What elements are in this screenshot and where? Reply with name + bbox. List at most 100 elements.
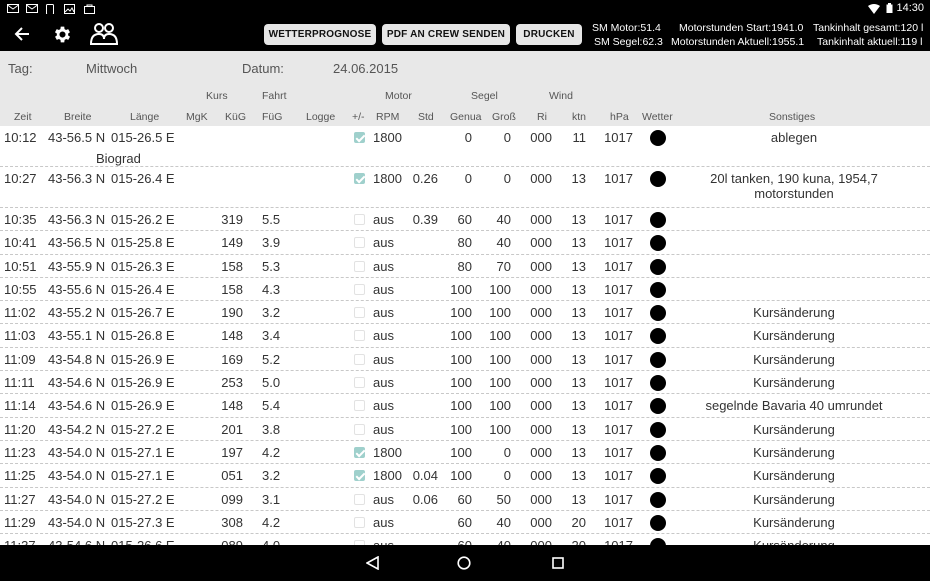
cell-hpa: 1017 xyxy=(604,281,633,297)
table-row[interactable]: 11:20 43-54.2 N 015-27.2 E 201 3.8 aus 100 100 0… xyxy=(0,418,930,441)
cell-rpm: aus xyxy=(373,258,394,274)
weather-icon[interactable] xyxy=(650,491,666,508)
weather-icon[interactable] xyxy=(650,444,666,461)
motor-checkbox[interactable] xyxy=(354,493,365,505)
cell-zeit: 11:09 xyxy=(4,351,36,367)
table-row[interactable]: 11:29 43-54.0 N 015-27.3 E 308 4.2 aus 60 40 000… xyxy=(0,511,930,535)
motor-checkbox[interactable] xyxy=(354,516,365,528)
cell-fueg: 5.4 xyxy=(262,398,281,414)
cell-ktn: 20 xyxy=(571,514,586,530)
table-row[interactable]: 11:25 43-54.0 N 015-27.1 E 051 3.2 1800 0.04 10… xyxy=(0,464,930,488)
cell-hpa: 1017 xyxy=(604,538,633,545)
weather-icon[interactable] xyxy=(650,421,666,438)
back-arrow-icon[interactable] xyxy=(14,26,30,42)
cell-ktn: 13 xyxy=(571,212,586,227)
nav-back-icon[interactable] xyxy=(366,556,379,570)
motor-checkbox[interactable] xyxy=(354,470,365,482)
weather-icon[interactable] xyxy=(650,130,666,146)
weather-icon[interactable] xyxy=(650,305,666,322)
motor-checkbox[interactable] xyxy=(354,400,365,412)
header-plusminus: +/- xyxy=(352,111,365,123)
header-hpa: hPa xyxy=(610,111,629,123)
weather-icon[interactable] xyxy=(650,328,666,345)
motor-checkbox[interactable] xyxy=(354,214,365,225)
weather-icon[interactable] xyxy=(650,351,666,368)
cell-hpa: 1017 xyxy=(604,398,633,414)
send-pdf-button[interactable]: PDF AN CREW SENDEN xyxy=(382,24,510,45)
motor-checkbox[interactable] xyxy=(354,423,365,435)
table-row[interactable]: 11:02 43-55.2 N 015-26.7 E 190 3.2 aus 100 100 0… xyxy=(0,301,930,325)
table-row[interactable]: 10:35 43-56.3 N 015-26.2 E 319 5.5 aus 0.39 60 4… xyxy=(0,208,930,232)
weather-icon[interactable] xyxy=(650,258,666,275)
cell-laenge: 015-26.6 E xyxy=(111,538,175,545)
cell-fueg: 4.3 xyxy=(262,281,281,297)
cell-rpm: aus xyxy=(373,351,394,367)
cell-zeit: 11:03 xyxy=(4,328,36,344)
weather-icon[interactable] xyxy=(650,468,666,485)
cell-breite: 43-54.0 N xyxy=(48,444,106,460)
tag-value[interactable]: Mittwoch xyxy=(86,61,137,76)
datum-value[interactable]: 24.06.2015 xyxy=(333,61,398,76)
motor-checkbox[interactable] xyxy=(354,173,365,184)
table-row[interactable]: 10:27 43-56.3 N 015-26.4 E 1800 0.26 0 0 000 13 1… xyxy=(0,167,930,208)
motor-checkbox[interactable] xyxy=(354,237,365,249)
crew-icon[interactable] xyxy=(90,22,118,46)
cell-sonstiges: Kursänderung xyxy=(753,375,835,391)
motor-checkbox[interactable] xyxy=(354,132,365,143)
cell-laenge: 015-26.8 E xyxy=(111,328,175,344)
cell-breite: 43-55.6 N xyxy=(48,281,106,297)
cell-hpa: 1017 xyxy=(604,468,633,484)
cell-ktn: 13 xyxy=(571,258,586,274)
cell-kueg: 253 xyxy=(221,375,243,391)
motor-checkbox[interactable] xyxy=(354,446,365,458)
cell-hpa: 1017 xyxy=(604,258,633,274)
table-row[interactable]: 11:09 43-54.8 N 015-26.9 E 169 5.2 aus 100 100 0… xyxy=(0,348,930,372)
header-wetter: Wetter xyxy=(642,111,673,123)
table-row[interactable]: 11:11 43-54.6 N 015-26.9 E 253 5.0 aus 100 100 0… xyxy=(0,371,930,395)
table-row[interactable]: 10:41 43-56.5 N 015-25.8 E 149 3.9 aus 80 40 000… xyxy=(0,231,930,255)
cell-ktn: 20 xyxy=(572,538,586,545)
cell-zeit: 11:29 xyxy=(4,514,36,530)
motor-checkbox[interactable] xyxy=(354,283,365,295)
motor-checkbox[interactable] xyxy=(354,330,365,342)
cell-zeit: 10:27 xyxy=(4,171,37,186)
cell-std: 0.26 xyxy=(412,171,438,186)
weather-icon[interactable] xyxy=(650,538,666,545)
motor-checkbox[interactable] xyxy=(354,353,365,365)
header-ktn: ktn xyxy=(572,111,587,123)
weather-forecast-button[interactable]: WETTERPROGNOSE xyxy=(264,24,376,45)
cell-fueg: 3.1 xyxy=(262,491,281,507)
cell-rpm: aus xyxy=(373,491,394,507)
cell-fueg: 4.0 xyxy=(262,538,280,545)
nav-recents-icon[interactable] xyxy=(552,557,564,569)
weather-icon[interactable] xyxy=(650,398,666,415)
table-row[interactable]: 11:14 43-54.6 N 015-26.9 E 148 5.4 aus 100 100 0… xyxy=(0,394,930,418)
gear-icon[interactable] xyxy=(52,24,73,45)
table-row[interactable]: 11:27 43-54.0 N 015-27.2 E 099 3.1 aus 0.06 60 5… xyxy=(0,488,930,511)
weather-icon[interactable] xyxy=(650,514,666,531)
table-row[interactable]: 11:03 43-55.1 N 015-26.8 E 148 3.4 aus 100 100 0… xyxy=(0,324,930,348)
cell-ri: 000 xyxy=(530,538,552,545)
weather-icon[interactable] xyxy=(650,375,666,392)
cell-ktn: 13 xyxy=(571,328,586,344)
weather-icon[interactable] xyxy=(650,171,666,187)
weather-icon[interactable] xyxy=(650,281,666,298)
motor-checkbox[interactable] xyxy=(354,307,365,319)
weather-icon[interactable] xyxy=(650,235,666,252)
nav-home-icon[interactable] xyxy=(457,556,471,570)
cell-ktn: 11 xyxy=(572,130,587,145)
cell-rpm: aus xyxy=(373,398,394,414)
table-row[interactable]: 10:12 43-56.5 N 015-26.5 E 1800 0 0 000 11 1017 a… xyxy=(0,126,930,167)
cell-genua: 100 xyxy=(450,281,472,297)
cell-rpm: 1800 xyxy=(373,130,402,145)
motor-checkbox[interactable] xyxy=(354,260,365,272)
cell-rpm: aus xyxy=(373,421,394,437)
table-row[interactable]: 10:55 43-55.6 N 015-26.4 E 158 4.3 aus 100 100 0… xyxy=(0,278,930,302)
weather-icon[interactable] xyxy=(650,212,666,228)
motor-checkbox[interactable] xyxy=(354,377,365,389)
table-row[interactable]: 10:51 43-55.9 N 015-26.3 E 158 5.3 aus 80 70 000… xyxy=(0,255,930,278)
table-row[interactable]: 11:23 43-54.0 N 015-27.1 E 197 4.2 1800 100 0 00… xyxy=(0,441,930,465)
cell-gross: 100 xyxy=(489,398,511,414)
table-row[interactable]: 11:37 43-54.6 N 015-26.6 E 089 4.0 aus 60 40 000… xyxy=(0,534,930,545)
print-button[interactable]: DRUCKEN xyxy=(516,24,582,45)
